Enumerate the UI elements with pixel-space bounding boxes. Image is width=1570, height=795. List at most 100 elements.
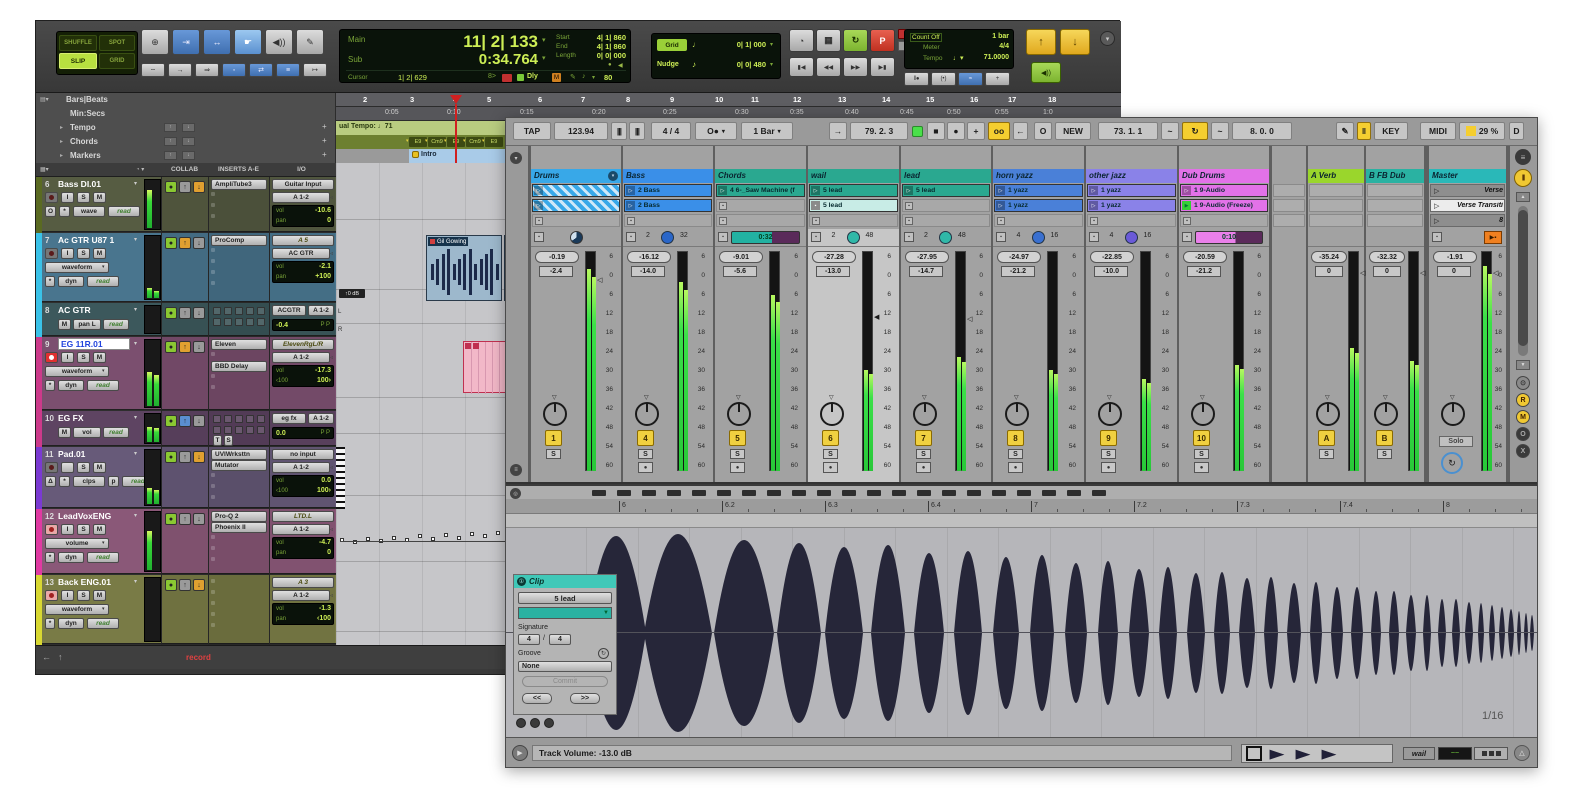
loop-segment-marker[interactable] xyxy=(1092,490,1106,496)
clip-launch-icon[interactable]: ▪ xyxy=(811,201,820,210)
track-activator-button[interactable]: B xyxy=(1376,430,1393,446)
pencil-tool-icon[interactable]: ✎ xyxy=(296,29,324,55)
go-to-end-button[interactable]: ▶▮ xyxy=(870,57,895,77)
record-arm-chip[interactable] xyxy=(45,352,58,363)
track-mini-chip[interactable]: read xyxy=(108,206,140,217)
solo-button[interactable]: S xyxy=(1319,449,1334,459)
solo-button[interactable]: S xyxy=(730,449,745,459)
record-arm-chip[interactable] xyxy=(45,590,58,601)
track-name[interactable]: Back ENG.01 xyxy=(58,577,134,587)
session-clip[interactable]: ▪5 lead xyxy=(809,199,898,212)
track-s-chip[interactable]: S xyxy=(77,248,90,259)
tracklist-view-icon[interactable]: ▦▾ xyxy=(40,166,49,173)
io-lcd-value[interactable]: ‹100 xyxy=(301,615,331,622)
rewind-button[interactable]: ◀◀ xyxy=(816,57,841,77)
session-clip[interactable]: ▷ xyxy=(532,199,620,212)
draw-mode-button[interactable]: ✎ xyxy=(1336,122,1354,140)
crossfader-section-toggle-icon[interactable]: X xyxy=(1516,444,1530,458)
io-lcd-value[interactable]: -4.7 xyxy=(301,539,331,546)
track-i-chip[interactable]: I xyxy=(61,524,74,535)
tempo-field[interactable]: 123.94 xyxy=(554,122,608,140)
ruler-view-icon[interactable]: ▤▾ xyxy=(40,96,49,103)
collab-download-icon[interactable]: ↓ xyxy=(193,415,205,427)
peak-level-field[interactable]: -16.12 xyxy=(627,251,671,263)
nudge-back-button[interactable]: << xyxy=(522,693,552,704)
insert-empty-dot[interactable] xyxy=(211,623,215,627)
link-timeline-icon[interactable]: ↑ xyxy=(58,652,63,662)
edit-minitool-icon[interactable]: ⇒ xyxy=(195,63,219,77)
scene-slot[interactable]: ▷Verse xyxy=(1430,184,1505,197)
track-options-icon[interactable]: ▾ xyxy=(134,306,137,313)
clip-stop-slot[interactable]: ▪ xyxy=(1180,214,1268,227)
automation-mode-chip[interactable]: read xyxy=(87,618,119,629)
zoom-tool-icon[interactable]: ⊕ xyxy=(141,29,169,55)
clip-stop-slot[interactable]: ▪ xyxy=(1087,214,1176,227)
loop-segment-marker[interactable] xyxy=(692,490,706,496)
track-header-lead[interactable]: lead xyxy=(901,169,991,183)
empty-clip-slot[interactable] xyxy=(1273,199,1305,212)
insert-slot-dot[interactable] xyxy=(246,415,254,423)
quantization-dropdown-icon[interactable]: ▾ xyxy=(778,128,781,135)
io-output-chip[interactable]: A 1-2 xyxy=(272,590,330,601)
insert-slot-dot[interactable] xyxy=(213,415,221,423)
collab-upload-icon[interactable]: ↑ xyxy=(179,579,191,591)
track-options-icon[interactable]: ▾ xyxy=(134,414,137,421)
insert-empty-dot[interactable] xyxy=(211,281,215,285)
track-header-chords[interactable]: Chords xyxy=(715,169,806,183)
io-output-chip[interactable]: AC GTR xyxy=(272,248,330,259)
collab-user-icon[interactable]: ● xyxy=(165,341,177,353)
automation-arm-button[interactable]: oo xyxy=(988,122,1010,140)
stop-button[interactable]: ■ xyxy=(927,122,945,140)
playhead-marker-icon[interactable] xyxy=(450,95,462,104)
insert-slot-dot[interactable] xyxy=(235,318,243,326)
grid-value-chip[interactable]: Grid xyxy=(657,39,687,51)
track-activator-button[interactable]: A xyxy=(1318,430,1335,446)
io-lcd-label[interactable]: vol xyxy=(276,606,284,612)
loop-segment-marker[interactable] xyxy=(742,490,756,496)
io-lcd-label[interactable]: pan xyxy=(276,218,286,224)
insert-empty-dot[interactable] xyxy=(211,248,215,252)
io-output-chip[interactable]: A 1-2 xyxy=(272,192,330,203)
clip-launch-icon[interactable]: ▷ xyxy=(811,186,820,195)
mode-shuffle-button[interactable]: SHUFFLE xyxy=(59,35,97,51)
arm-record-button[interactable]: ● xyxy=(730,462,745,473)
track-mini-chip[interactable]: vol xyxy=(73,427,101,438)
clip-launch-icon[interactable]: ▷ xyxy=(1089,201,1098,210)
track-name[interactable]: LeadVoxENG xyxy=(58,511,134,521)
insert-plugin-chip[interactable]: ProComp xyxy=(211,235,267,246)
scrollbar-thumb[interactable] xyxy=(1518,210,1528,346)
io-lcd-value[interactable]: -1.3 xyxy=(301,605,331,612)
loop-segment-marker[interactable] xyxy=(792,490,806,496)
insert-empty-dot[interactable] xyxy=(211,579,215,583)
io-lcd-label[interactable]: ‹100 xyxy=(276,378,288,384)
return-clip-slot[interactable] xyxy=(1309,184,1363,197)
overview-selection-frame[interactable] xyxy=(1246,746,1262,761)
stop-all-clips-button[interactable]: ▪ xyxy=(1432,232,1442,242)
insert-empty-dot[interactable] xyxy=(211,203,215,207)
ruler-label[interactable]: Bars|Beats xyxy=(66,95,108,104)
ruler-up-icon[interactable]: ↑ xyxy=(164,137,177,146)
solo-button[interactable]: S xyxy=(1377,449,1392,459)
ruler-down-icon[interactable]: ↓ xyxy=(182,137,195,146)
record-button[interactable]: ● xyxy=(947,122,965,140)
show-hide-detail-icon[interactable]: △ xyxy=(1514,745,1530,761)
track-output-speaker-button[interactable]: ◀)) xyxy=(1031,62,1061,83)
track-options-icon[interactable]: ▾ xyxy=(134,450,137,457)
io-section-toggle-icon[interactable]: ⊙ xyxy=(1516,376,1530,390)
insert-empty-dot[interactable] xyxy=(211,270,215,274)
bar-number[interactable]: 10 xyxy=(715,95,723,104)
sample-box-toggle-icon[interactable] xyxy=(530,718,540,728)
io-lcd-value[interactable]: -17.3 xyxy=(301,367,331,374)
track-i-chip[interactable]: I xyxy=(61,248,74,259)
loop-segment-marker[interactable] xyxy=(967,490,981,496)
ruler-up-icon[interactable]: ↑ xyxy=(164,151,177,160)
track-activator-button[interactable]: 9 xyxy=(1100,430,1117,446)
start-value[interactable]: 4| 1| 860 xyxy=(570,33,626,42)
toolbar-menu-icon[interactable]: ▾ xyxy=(1100,31,1115,46)
fader-handle-icon[interactable]: ◁ xyxy=(1420,269,1425,277)
insert-slot-dot[interactable] xyxy=(235,307,243,315)
time-label[interactable]: 0:25 xyxy=(663,109,677,116)
insert-slot-dot[interactable] xyxy=(257,318,265,326)
clip-stop-icon[interactable]: ▪ xyxy=(535,217,543,225)
arm-record-button[interactable]: ● xyxy=(638,462,653,473)
